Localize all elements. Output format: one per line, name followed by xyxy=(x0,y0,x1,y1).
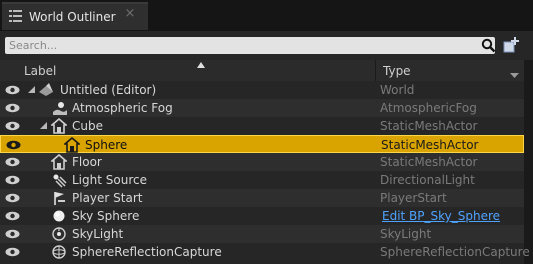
outliner-row[interactable]: Cube StaticMeshActor xyxy=(0,117,524,135)
static-mesh-icon xyxy=(64,137,80,153)
expanded-arrow-icon[interactable] xyxy=(28,86,35,93)
close-icon[interactable]: × xyxy=(123,7,137,21)
sort-ascending-icon[interactable] xyxy=(197,62,205,68)
column-menu-icon[interactable] xyxy=(510,73,519,78)
row-type: SphereReflectionCapture xyxy=(380,245,530,259)
visibility-eye-icon[interactable] xyxy=(5,211,20,221)
visibility-eye-icon[interactable] xyxy=(5,193,20,203)
row-type: StaticMeshActor xyxy=(380,155,478,169)
outliner-row[interactable]: Sky Sphere Edit BP_Sky_Sphere xyxy=(0,207,524,225)
visibility-eye-icon[interactable] xyxy=(5,229,20,239)
static-mesh-icon xyxy=(51,118,67,134)
type-column-header[interactable]: Type xyxy=(383,64,411,78)
visibility-eye-icon[interactable] xyxy=(6,140,21,150)
visibility-eye-icon[interactable] xyxy=(5,157,20,167)
row-type: AtmosphericFog xyxy=(380,101,477,115)
add-actor-icon[interactable] xyxy=(502,36,520,54)
outliner-row[interactable]: Light Source DirectionalLight xyxy=(0,171,524,189)
search-icon[interactable] xyxy=(481,38,496,53)
search-input[interactable] xyxy=(9,37,469,54)
row-label: Atmospheric Fog xyxy=(72,101,173,115)
column-divider[interactable] xyxy=(375,60,376,82)
atmospheric-fog-icon xyxy=(53,102,67,115)
sky-sphere-icon xyxy=(53,210,65,222)
visibility-eye-icon[interactable] xyxy=(5,103,20,113)
row-label: Cube xyxy=(72,119,103,133)
visibility-eye-icon[interactable] xyxy=(5,247,20,257)
row-type: DirectionalLight xyxy=(380,173,475,187)
row-label: Sphere xyxy=(85,138,128,152)
row-type: SkyLight xyxy=(380,227,432,241)
row-label: Untitled (Editor) xyxy=(60,83,157,97)
search-box[interactable] xyxy=(5,37,496,54)
player-start-icon xyxy=(54,192,65,205)
scrollbar[interactable] xyxy=(524,60,533,264)
row-label: Floor xyxy=(72,155,102,169)
row-label: Player Start xyxy=(72,191,143,205)
row-label: Sky Sphere xyxy=(72,209,140,223)
tab-strip: World Outliner × xyxy=(0,0,533,32)
outliner-row[interactable]: Atmospheric Fog AtmosphericFog xyxy=(0,99,524,117)
visibility-eye-icon[interactable] xyxy=(5,175,20,185)
label-column-header[interactable]: Label xyxy=(24,64,56,78)
outliner-row[interactable]: SkyLight SkyLight xyxy=(0,225,524,243)
world-icon xyxy=(39,83,53,96)
directional-light-icon xyxy=(53,174,67,188)
tab-title: World Outliner xyxy=(29,10,116,24)
column-header: Label Type xyxy=(0,60,524,82)
outliner-row[interactable]: Untitled (Editor) World xyxy=(0,81,524,99)
sky-light-icon xyxy=(52,227,66,241)
visibility-eye-icon[interactable] xyxy=(5,121,20,131)
outliner-row-selected[interactable]: Sphere StaticMeshActor xyxy=(0,135,524,153)
outliner-row[interactable]: Floor StaticMeshActor xyxy=(0,153,524,171)
row-type: World xyxy=(380,83,415,97)
reflection-capture-icon xyxy=(52,245,66,259)
outliner-row[interactable]: Player Start PlayerStart xyxy=(0,189,524,207)
list-icon xyxy=(9,10,22,22)
static-mesh-icon xyxy=(51,154,67,170)
row-type: StaticMeshActor xyxy=(380,119,478,133)
outliner-row[interactable]: SphereReflectionCapture SphereReflection… xyxy=(0,243,530,261)
row-label: SphereReflectionCapture xyxy=(72,245,222,259)
row-label: Light Source xyxy=(72,173,147,187)
tab-world-outliner[interactable]: World Outliner × xyxy=(2,2,148,30)
row-type: StaticMeshActor xyxy=(381,138,479,152)
row-type: PlayerStart xyxy=(380,191,447,205)
visibility-eye-icon[interactable] xyxy=(5,85,20,95)
row-label: SkyLight xyxy=(72,227,124,241)
edit-blueprint-link[interactable]: Edit BP_Sky_Sphere xyxy=(382,209,500,223)
expanded-arrow-icon[interactable] xyxy=(40,122,47,129)
